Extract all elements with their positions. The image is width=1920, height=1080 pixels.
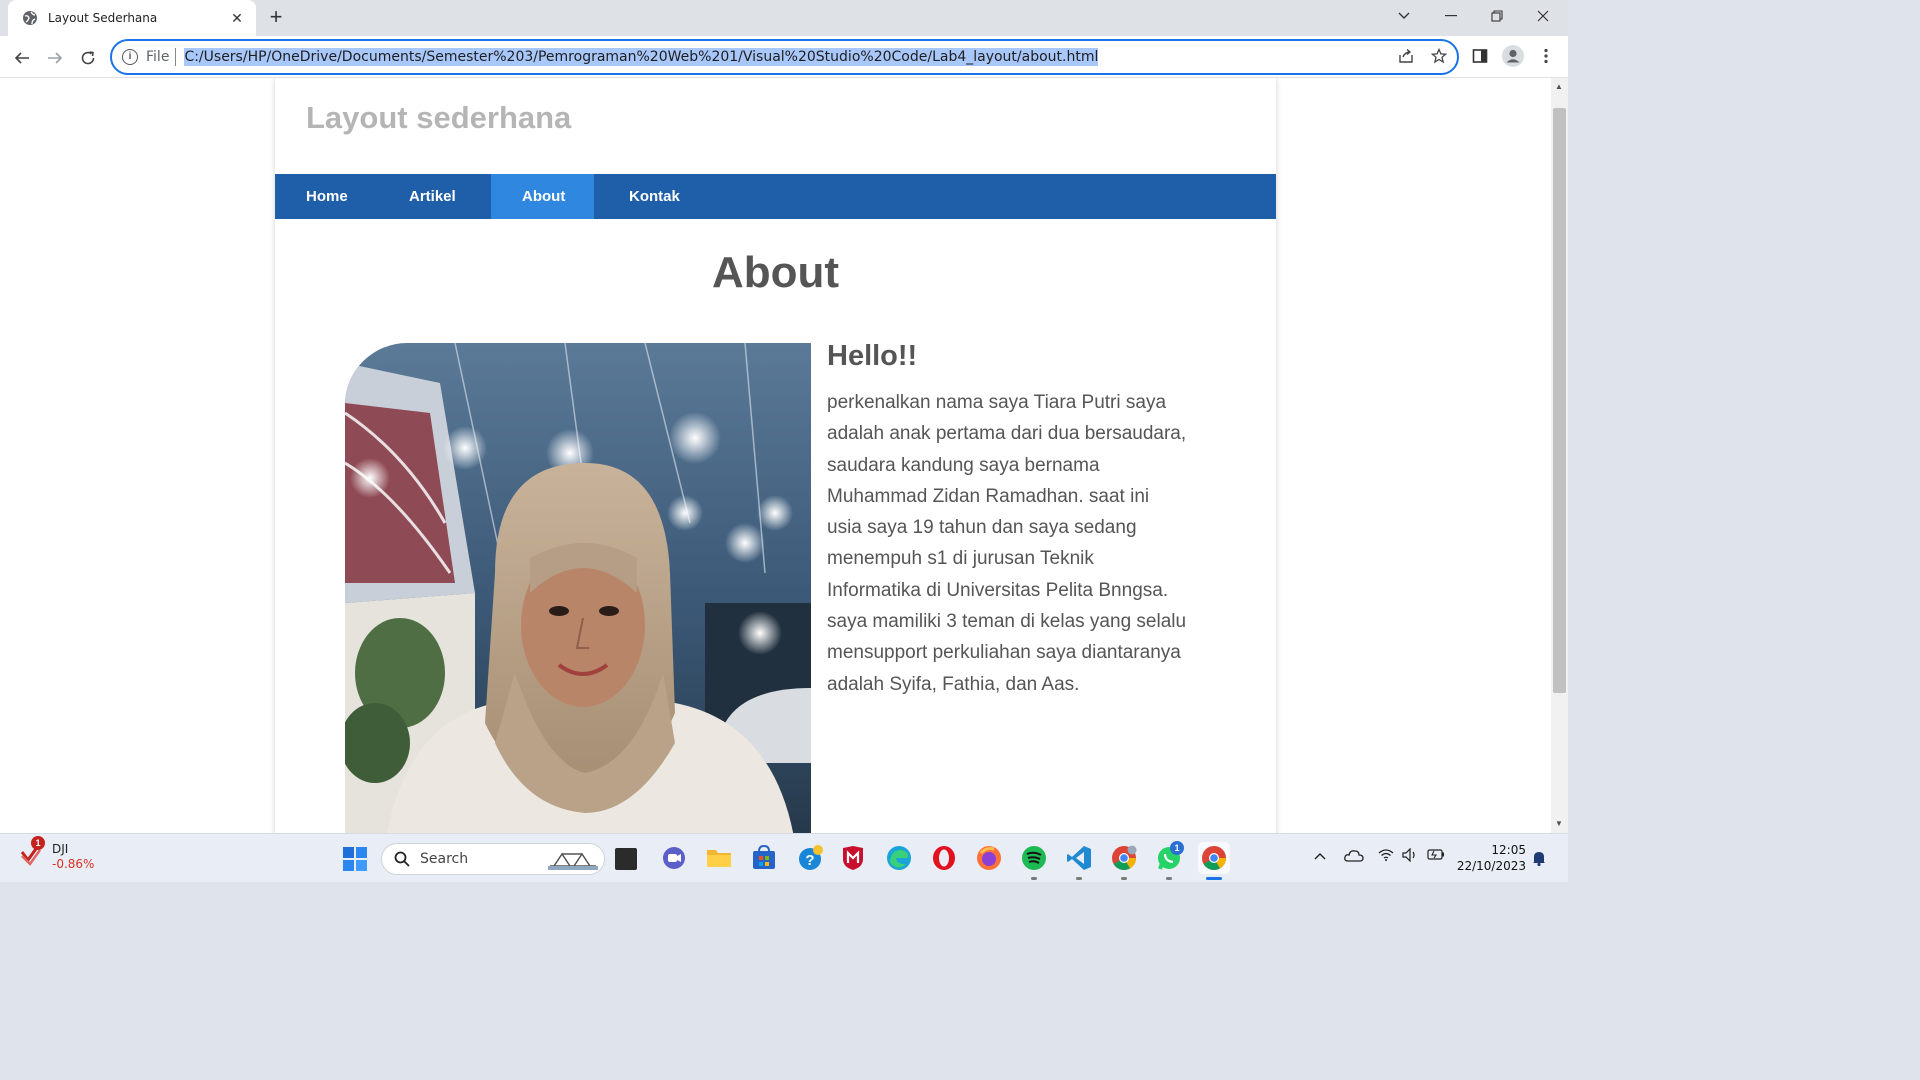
arrow-left-icon — [14, 52, 29, 64]
clock-time: 12:05 — [1491, 843, 1526, 857]
scroll-up-arrow-icon[interactable]: ▲ — [1555, 82, 1564, 91]
page-container: Layout sederhana Home Artikel About Kont… — [275, 78, 1276, 833]
omnibox-separator — [175, 48, 177, 66]
file-explorer-icon[interactable] — [706, 845, 732, 871]
greeting-heading: Hello!! — [827, 340, 918, 372]
search-icon — [394, 851, 410, 867]
menu-kebab-icon[interactable] — [1534, 44, 1558, 68]
running-indicator — [1166, 877, 1172, 880]
teams-chat-icon[interactable] — [661, 845, 687, 871]
edge-browser-icon[interactable] — [886, 845, 912, 871]
bio-paragraph: perkenalkan nama saya Tiara Putri saya a… — [827, 392, 1187, 695]
clock-date: 22/10/2023 — [1456, 859, 1526, 873]
url-text[interactable]: C:/Users/HP/OneDrive/Documents/Semester%… — [184, 48, 1099, 66]
chrome-active-icon[interactable] — [1198, 842, 1230, 874]
side-panel-icon[interactable] — [1468, 44, 1492, 68]
tab-strip: Layout Sederhana ✕ + — [0, 0, 1568, 36]
profile-avatar-icon[interactable] — [1501, 44, 1525, 68]
stock-chart-icon: 1 — [20, 836, 45, 866]
browser-tab[interactable]: Layout Sederhana ✕ — [8, 0, 256, 36]
new-tab-button[interactable]: + — [264, 6, 288, 30]
site-info-icon[interactable]: i — [122, 49, 138, 65]
notification-bell-icon[interactable] — [1532, 850, 1546, 869]
globe-icon — [23, 11, 37, 25]
wifi-icon[interactable] — [1378, 848, 1394, 864]
whatsapp-badge: 1 — [1170, 841, 1184, 855]
address-bar[interactable]: i File C:/Users/HP/OneDrive/Documents/Se… — [110, 39, 1459, 75]
minimize-button[interactable] — [1428, 0, 1474, 32]
stock-text: DJI -0.86% — [52, 842, 94, 872]
tab-search-chevron-icon[interactable] — [1381, 0, 1427, 32]
browser-toolbar: i File C:/Users/HP/OneDrive/Documents/Se… — [0, 36, 1568, 78]
clock[interactable]: 12:05 22/10/2023 — [1456, 842, 1526, 874]
whatsapp-icon[interactable]: 1 — [1156, 841, 1184, 871]
windows-start-icon[interactable] — [343, 847, 367, 876]
active-indicator — [1206, 877, 1222, 880]
nav-link-artikel[interactable]: Artikel — [378, 174, 491, 219]
stock-widget[interactable]: 1 DJI -0.86% — [20, 836, 94, 872]
nav-link-about[interactable]: About — [491, 174, 594, 219]
taskbar: 1 DJI -0.86% Search ? 1 12:05 22/10/2023 — [0, 833, 1568, 882]
bookmark-star-icon[interactable] — [1427, 44, 1451, 68]
microsoft-store-icon[interactable] — [751, 844, 777, 871]
bridge-highlight-icon — [548, 852, 598, 870]
running-indicator — [1076, 877, 1082, 880]
battery-icon[interactable] — [1427, 848, 1445, 863]
scrollbar-thumb[interactable] — [1553, 108, 1566, 693]
stock-name: DJI — [52, 842, 69, 856]
scheme-label: File — [146, 49, 170, 65]
page-title: About — [711, 248, 840, 297]
arrow-right-icon — [48, 52, 63, 64]
restore-button[interactable] — [1474, 0, 1520, 32]
site-title: Layout sederhana — [306, 100, 572, 135]
taskbar-search[interactable]: Search — [381, 843, 605, 875]
tab-title: Layout Sederhana — [48, 11, 158, 25]
reload-icon — [81, 51, 95, 65]
bio-section: Hello!! perkenalkan nama saya Tiara Putr… — [827, 340, 1187, 700]
scroll-down-arrow-icon[interactable]: ▼ — [1555, 819, 1564, 828]
site-header: Layout sederhana — [275, 78, 1276, 174]
close-tab-icon[interactable]: ✕ — [228, 10, 246, 27]
page-scrollbar[interactable]: ▲ ▼ — [1551, 78, 1568, 833]
opera-icon[interactable] — [931, 845, 957, 871]
firefox-icon[interactable] — [976, 845, 1002, 871]
page-viewport: Layout sederhana Home Artikel About Kont… — [0, 78, 1551, 833]
stock-change: -0.86% — [52, 857, 95, 871]
back-button[interactable] — [8, 44, 36, 72]
svg-text:?: ? — [805, 852, 814, 869]
running-indicator — [1121, 877, 1127, 880]
close-window-button[interactable] — [1520, 0, 1566, 32]
vscode-icon[interactable] — [1066, 845, 1092, 871]
tray-chevron-up-icon[interactable] — [1314, 848, 1326, 863]
profile-photo — [345, 343, 811, 833]
running-indicator — [1031, 877, 1037, 880]
stock-badge: 1 — [31, 836, 45, 850]
nav-link-kontak[interactable]: Kontak — [594, 174, 704, 219]
reload-button[interactable] — [74, 44, 102, 72]
chrome-profile-icon[interactable] — [1111, 845, 1137, 871]
volume-icon[interactable] — [1402, 847, 1418, 865]
nav-link-home[interactable]: Home — [275, 174, 378, 219]
onedrive-cloud-icon[interactable] — [1344, 849, 1364, 865]
spotify-icon[interactable] — [1021, 845, 1047, 871]
forward-button[interactable] — [41, 44, 69, 72]
share-icon[interactable] — [1394, 44, 1418, 68]
task-view-icon[interactable] — [615, 848, 637, 870]
search-label: Search — [420, 851, 469, 867]
help-icon[interactable]: ? — [797, 845, 823, 871]
main-nav: Home Artikel About Kontak — [275, 174, 1276, 219]
mcafee-icon[interactable] — [840, 845, 866, 871]
